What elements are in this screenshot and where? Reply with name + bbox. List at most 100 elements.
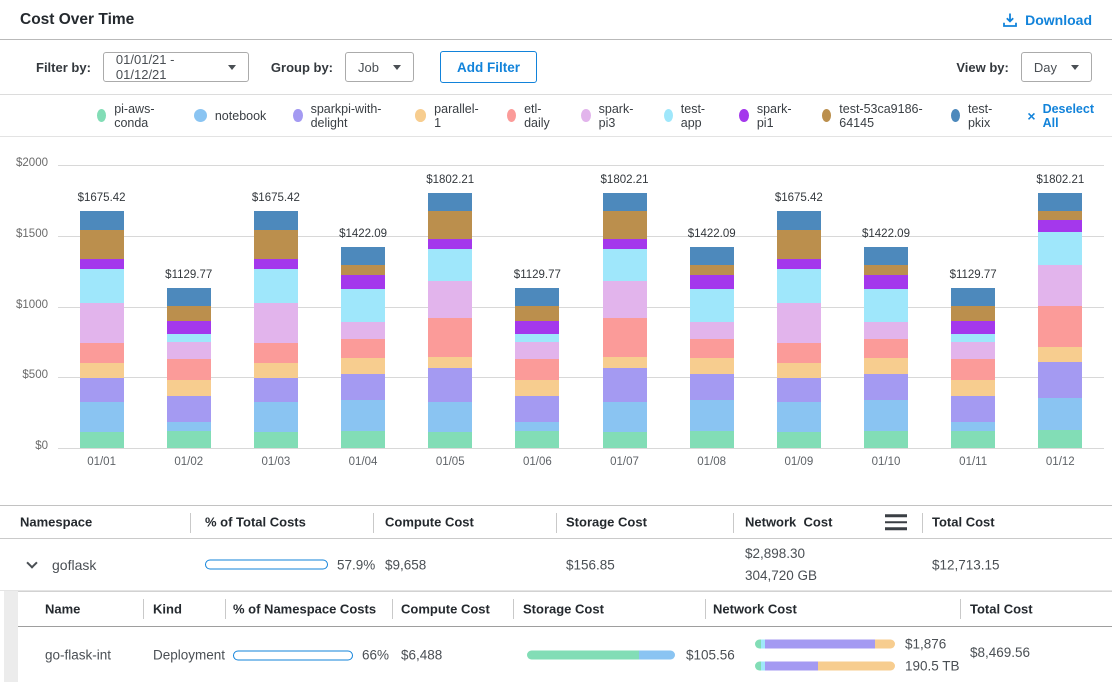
group-by-dropdown[interactable]: Job [345, 52, 414, 82]
bar-01/03[interactable]: $1675.42 [254, 165, 298, 448]
bar-segment-etl-daily [341, 339, 385, 358]
cost-over-time-chart: $0$500$1000$1500$2000 $1675.42$1129.77$1… [0, 137, 1112, 505]
col-network-cost[interactable]: Network Cost [713, 602, 797, 617]
legend-label: spark-pi1 [757, 102, 795, 130]
bar-01/05[interactable]: $1802.21 [428, 165, 472, 448]
y-tick-label: $500 [0, 369, 48, 381]
bar-segment-etl-daily [690, 339, 734, 358]
legend-dot [97, 109, 106, 122]
col-compute-cost[interactable]: Compute Cost [385, 515, 474, 530]
storage-cost-cell: $105.56 [527, 648, 735, 663]
download-button[interactable]: Download [1002, 12, 1092, 28]
workload-table-header: Name Kind % of Namespace Costs Compute C… [18, 591, 1112, 627]
workload-table: Name Kind % of Namespace Costs Compute C… [0, 591, 1112, 682]
bar-01/04[interactable]: $1422.09 [341, 165, 385, 448]
bar-segment-spark-pi1 [167, 321, 211, 334]
col-name[interactable]: Name [45, 602, 80, 617]
group-by-value: Job [358, 60, 379, 75]
deselect-all-button[interactable]: × Deselect All [1027, 102, 1094, 130]
legend-item-spark-pi3[interactable]: spark-pi3 [581, 102, 637, 130]
bar-segment-spark-pi3 [80, 303, 124, 343]
workload-kind: Deployment [153, 648, 225, 663]
bar-segment-test-pkix [515, 288, 559, 306]
col-pct-namespace[interactable]: % of Namespace Costs [233, 602, 376, 617]
network-mini-bar [755, 662, 895, 671]
bar-total-label: $1802.21 [601, 174, 649, 186]
x-tick-label: 01/02 [159, 456, 219, 468]
legend-item-test-app[interactable]: test-app [664, 102, 712, 130]
bar-01/01[interactable]: $1675.42 [80, 165, 124, 448]
bar-segment-parallel-1 [690, 358, 734, 374]
legend-item-spark-pi1[interactable]: spark-pi1 [739, 102, 795, 130]
legend-item-notebook[interactable]: notebook [194, 109, 266, 123]
bar-segment-test-53ca9186-64145 [951, 306, 995, 320]
bar-01/09[interactable]: $1675.42 [777, 165, 821, 448]
bar-segment-sparkpi-with-delight [777, 378, 821, 402]
bar-segment-spark-pi3 [1038, 265, 1082, 306]
bar-segment-sparkpi-with-delight [341, 374, 385, 400]
col-total-cost[interactable]: Total Cost [932, 515, 995, 530]
bar-segment-test-53ca9186-64145 [603, 211, 647, 239]
date-range-value: 01/01/21 - 01/12/21 [116, 52, 214, 82]
bar-segment-etl-daily [864, 339, 908, 358]
bar-segment-test-53ca9186-64145 [864, 265, 908, 275]
x-tick-label: 01/12 [1030, 456, 1090, 468]
date-range-dropdown[interactable]: 01/01/21 - 01/12/21 [103, 52, 249, 82]
col-network-cost[interactable]: Network Cost [745, 515, 832, 530]
legend-item-pi-aws-conda[interactable]: pi-aws-conda [97, 102, 167, 130]
chevron-down-icon[interactable] [26, 557, 37, 568]
bar-segment-spark-pi3 [167, 342, 211, 359]
x-tick-label: 01/10 [856, 456, 916, 468]
col-total-cost[interactable]: Total Cost [970, 602, 1033, 617]
y-tick-label: $1000 [0, 299, 48, 311]
col-kind[interactable]: Kind [153, 602, 182, 617]
bar-segment-notebook [341, 400, 385, 431]
bar-segment-spark-pi1 [428, 239, 472, 250]
divider [733, 513, 734, 533]
col-storage-cost[interactable]: Storage Cost [523, 602, 604, 617]
view-by-dropdown[interactable]: Day [1021, 52, 1092, 82]
bar-segment-spark-pi1 [341, 275, 385, 289]
bar-01/02[interactable]: $1129.77 [167, 165, 211, 448]
col-pct-total[interactable]: % of Total Costs [205, 515, 306, 530]
compute-cost-value: $9,658 [385, 557, 426, 572]
menu-icon[interactable] [885, 514, 907, 530]
legend-dot [507, 109, 516, 122]
add-filter-button[interactable]: Add Filter [440, 51, 537, 83]
bar-segment-sparkpi-with-delight [80, 378, 124, 402]
bar-segment-test-pkix [603, 193, 647, 211]
divider [556, 513, 557, 533]
bar-segment-parallel-1 [80, 363, 124, 378]
col-storage-cost[interactable]: Storage Cost [566, 515, 647, 530]
bar-total-label: $1129.77 [950, 269, 997, 281]
bar-01/10[interactable]: $1422.09 [864, 165, 908, 448]
bar-01/06[interactable]: $1129.77 [515, 165, 559, 448]
col-namespace[interactable]: Namespace [20, 515, 92, 530]
col-compute-cost[interactable]: Compute Cost [401, 602, 490, 617]
bar-segment-test-app [254, 269, 298, 303]
bar-total-label: $1422.09 [688, 228, 736, 240]
bar-segment-notebook [80, 402, 124, 432]
workload-row-go-flask-int[interactable]: go-flask-int Deployment 66% $6,488 $105.… [18, 627, 1112, 682]
mini-bar-segment [765, 640, 875, 649]
bar-01/12[interactable]: $1802.21 [1038, 165, 1082, 448]
legend-item-test-53ca9186-64145[interactable]: test-53ca9186-64145 [822, 102, 924, 130]
bar-segment-spark-pi1 [951, 321, 995, 334]
bar-segment-parallel-1 [341, 358, 385, 374]
network-cost-value: $2,898.30 [745, 543, 817, 565]
x-tick-label: 01/03 [246, 456, 306, 468]
y-tick-label: $0 [0, 440, 48, 452]
divider [705, 599, 706, 619]
bar-01/11[interactable]: $1129.77 [951, 165, 995, 448]
bar-segment-test-app [777, 269, 821, 303]
legend-item-sparkpi-with-delight[interactable]: sparkpi-with-delight [293, 102, 387, 130]
pct-total-label: 57.9% [337, 557, 375, 572]
bar-01/07[interactable]: $1802.21 [603, 165, 647, 448]
bar-01/08[interactable]: $1422.09 [690, 165, 734, 448]
legend-item-etl-daily[interactable]: etl-daily [507, 102, 554, 130]
namespace-row-goflask[interactable]: goflask 57.9% $9,658 $156.85 $2,898.30 3… [0, 539, 1112, 591]
legend-item-test-pkix[interactable]: test-pkix [951, 102, 1000, 130]
legend-item-parallel-1[interactable]: parallel-1 [415, 102, 480, 130]
indent-strip [4, 591, 18, 682]
legend-dot [664, 109, 673, 122]
